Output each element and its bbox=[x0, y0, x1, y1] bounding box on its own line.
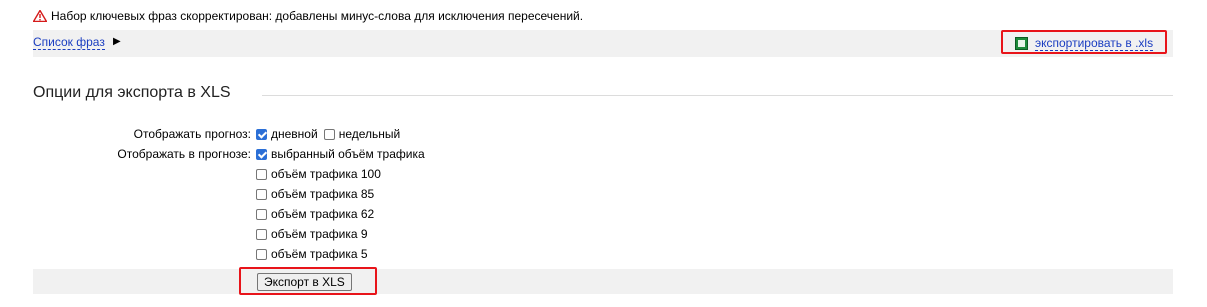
forecast-daily-label[interactable]: дневной bbox=[271, 127, 318, 141]
forecast-weekly-label[interactable]: недельный bbox=[339, 127, 401, 141]
warning-triangle-icon bbox=[33, 10, 47, 22]
phrase-list-link[interactable]: Список фраз bbox=[33, 36, 105, 50]
warning-message: Набор ключевых фраз скорректирован: доба… bbox=[33, 9, 583, 23]
traffic-selected-checkbox[interactable] bbox=[256, 148, 267, 160]
section-title: Опции для экспорта в XLS bbox=[33, 84, 231, 101]
traffic-option-label[interactable]: выбранный объём трафика bbox=[271, 147, 425, 161]
phrase-list-bar: Список фраз ▶ экспортировать в .xls bbox=[33, 30, 1173, 57]
traffic-option-label[interactable]: объём трафика 85 bbox=[271, 187, 374, 201]
traffic-9-checkbox[interactable] bbox=[256, 228, 267, 240]
forecast-display-label: Отображать в прогнозе: bbox=[117, 147, 251, 161]
export-xls-button[interactable]: Экспорт в XLS bbox=[257, 273, 352, 291]
export-button-bar bbox=[33, 269, 1173, 294]
traffic-option-label[interactable]: объём трафика 5 bbox=[271, 247, 368, 261]
traffic-option-62[interactable]: объём трафика 62 bbox=[256, 207, 374, 221]
expand-arrow-icon[interactable]: ▶ bbox=[113, 36, 121, 47]
traffic-option-label[interactable]: объём трафика 100 bbox=[271, 167, 381, 181]
forecast-label: Отображать прогноз: bbox=[133, 127, 251, 141]
forecast-daily-checkbox[interactable] bbox=[256, 128, 267, 140]
traffic-option-label[interactable]: объём трафика 62 bbox=[271, 207, 374, 221]
traffic-option-label[interactable]: объём трафика 9 bbox=[271, 227, 368, 241]
forecast-options: дневной недельный bbox=[256, 127, 400, 141]
traffic-option-9[interactable]: объём трафика 9 bbox=[256, 227, 368, 241]
traffic-option-85[interactable]: объём трафика 85 bbox=[256, 187, 374, 201]
traffic-100-checkbox[interactable] bbox=[256, 168, 267, 180]
traffic-option-5[interactable]: объём трафика 5 bbox=[256, 247, 368, 261]
export-link-highlight: экспортировать в .xls bbox=[1001, 30, 1167, 54]
excel-file-icon[interactable] bbox=[1015, 37, 1028, 50]
forecast-weekly-checkbox[interactable] bbox=[323, 128, 335, 140]
warning-text: Набор ключевых фраз скорректирован: доба… bbox=[51, 9, 584, 23]
traffic-option-selected[interactable]: выбранный объём трафика bbox=[256, 147, 425, 161]
traffic-85-checkbox[interactable] bbox=[256, 188, 267, 200]
export-xls-link[interactable]: экспортировать в .xls bbox=[1035, 37, 1154, 51]
traffic-5-checkbox[interactable] bbox=[256, 248, 267, 260]
section-divider bbox=[262, 95, 1173, 96]
traffic-option-100[interactable]: объём трафика 100 bbox=[256, 167, 381, 181]
traffic-62-checkbox[interactable] bbox=[256, 208, 267, 220]
